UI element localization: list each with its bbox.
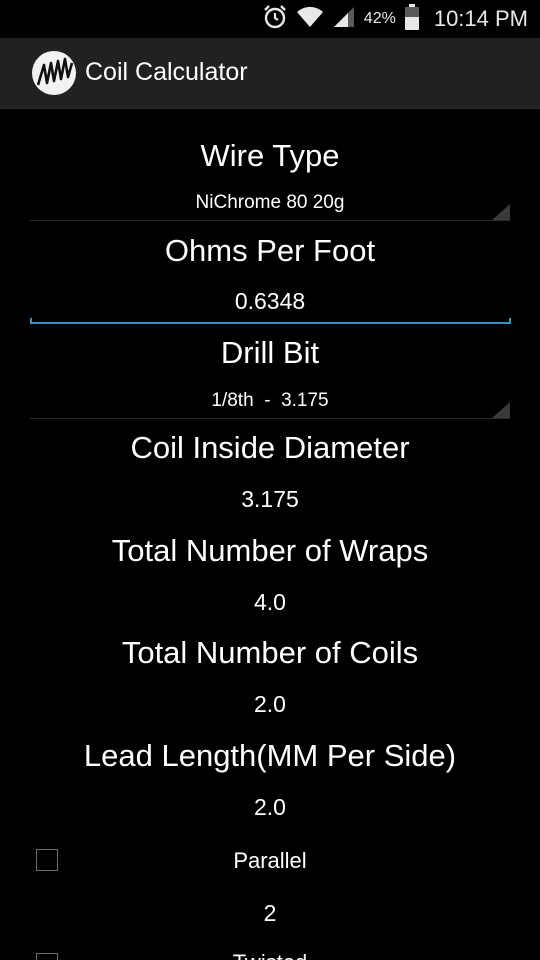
total-coils-value[interactable]: 2.0 <box>0 691 540 718</box>
alarm-icon <box>262 4 288 35</box>
ohms-per-foot-label: Ohms Per Foot <box>164 233 376 268</box>
drill-bit-label: Drill Bit <box>220 335 320 370</box>
dropdown-triangle-icon <box>492 204 510 220</box>
calculator-form: Wire Type NiChrome 80 20g Ohms Per Foot … <box>0 108 540 960</box>
lead-length-value[interactable]: 2.0 <box>0 794 540 821</box>
battery-icon <box>404 3 420 35</box>
action-bar: Coil Calculator <box>0 38 540 109</box>
total-wraps-value[interactable]: 4.0 <box>0 589 540 616</box>
parallel-label: Parallel <box>233 848 307 873</box>
wire-type-label: Wire Type <box>200 138 340 173</box>
app-title: Coil Calculator <box>85 58 248 86</box>
status-icons: 42% 10:14 PM <box>262 0 528 38</box>
underline-tick <box>30 318 32 323</box>
twisted-label: Twisted <box>0 950 540 960</box>
drill-bit-value: 1/8th - 3.175 <box>211 390 329 411</box>
wire-type-underline <box>30 220 510 221</box>
wifi-icon <box>296 5 324 34</box>
parallel-count-value[interactable]: 2 <box>0 900 540 927</box>
coil-inside-diameter-value: 3.175 <box>241 486 299 512</box>
underline-tick <box>509 318 511 323</box>
lead-length-label: Lead Length(MM Per Side) <box>83 738 457 773</box>
signal-icon <box>332 5 356 34</box>
coil-inside-diameter-label: Coil Inside Diameter <box>130 430 410 465</box>
status-bar: 42% 10:14 PM <box>0 0 540 38</box>
wire-type-value: NiChrome 80 20g <box>195 192 345 213</box>
battery-percent: 42% <box>363 10 396 27</box>
coil-spring-icon[interactable] <box>32 51 76 95</box>
ohms-per-foot-underline <box>30 322 511 324</box>
dropdown-triangle-icon <box>492 402 510 418</box>
drill-bit-underline <box>30 418 510 419</box>
total-coils-label: Total Number of Coils <box>121 635 419 670</box>
ohms-per-foot-value: 0.6348 <box>234 288 306 314</box>
total-wraps-label: Total Number of Wraps <box>111 533 429 568</box>
status-time: 10:14 PM <box>433 6 528 31</box>
